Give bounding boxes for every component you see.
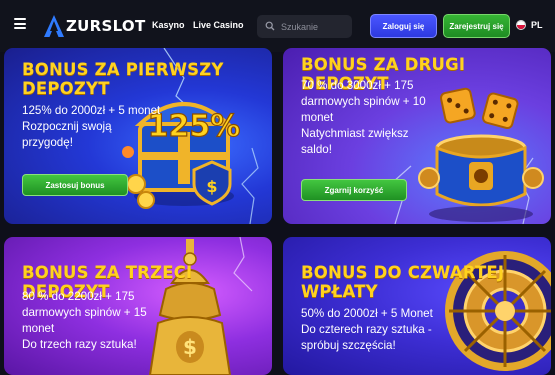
logo[interactable]: ZURSLOT [43,14,146,38]
golden-bell-icon: $ [148,239,232,375]
bonus-title: BONUS DO CZWARTEJ WPŁATY [301,263,504,301]
bonus-card-fourth-deposit[interactable]: BONUS DO CZWARTEJ WPŁATY 50% do 2000zł +… [283,237,551,375]
bonus-desc-line: 125% do 2000zł + 5 monet [22,104,161,117]
bonus-title-line: DEPOZYT [22,79,110,98]
bonus-card-second-deposit[interactable]: BONUS ZA DRUGI DEPOZYT 70 % do 3000zł + … [283,48,551,224]
bonus-desc-line: 50% do 2000zł + 5 Monet [301,307,433,320]
svg-text:$: $ [183,335,197,359]
bonus-desc-line: saldo! [301,143,332,156]
bonus-desc-line: Rozpocznij swoją [22,120,112,133]
bonus-desc-line: 80 % do 2200zł + 175 [22,290,135,303]
menu-icon[interactable] [14,18,26,29]
bonus-desc-line: przygodę! [22,136,73,149]
bonus-desc-line: Do czterech razy sztuka - [301,323,432,336]
language-selector[interactable]: PL [516,20,543,30]
search-icon [265,21,275,31]
bonus-title-line: WPŁATY [301,282,378,301]
bonus-description: 125% do 2000zł + 5 monet Rozpocznij swoj… [22,103,160,151]
logo-a-icon [44,15,64,37]
bonus-card-first-deposit[interactable]: $ 125% BONUS ZA PIERWSZY DEPOZYT 125% do… [4,48,272,224]
bonus-desc-line: spróbuj szczęścia! [301,339,396,352]
svg-text:125%: 125% [148,109,241,144]
bonus-title-line: BONUS DO CZWARTEJ [301,263,505,282]
logo-text: ZURSLOT [66,17,146,35]
bonus-card-third-deposit[interactable]: $ BONUS ZA TRZECI DEPOZYT 80 % do 2200zł… [4,237,272,375]
bonus-desc-line: 70 % do 3000zł + 175 [301,79,414,92]
svg-text:$: $ [206,177,217,196]
golden-wheel-icon [445,251,551,371]
language-label: PL [531,20,543,30]
login-button[interactable]: Zaloguj się [370,14,437,38]
bonus-desc-line: monet [301,111,334,124]
search-input[interactable] [281,21,341,32]
poland-flag-icon [516,20,526,30]
apply-bonus-button[interactable]: Zastosuj bonus [22,174,128,196]
bonus-description: 70 % do 3000zł + 175 darmowych spinów + … [301,78,426,158]
bonus-title-line: BONUS ZA PIERWSZY [22,60,224,79]
nav-kasyno[interactable]: Kasyno [152,20,185,30]
bonus-description: 50% do 2000zł + 5 Monet Do czterech razy… [301,306,433,354]
bonus-desc-line: monet [22,322,55,335]
bonus-desc-line: Do trzech razy sztuka! [22,338,137,351]
register-button[interactable]: Zarejestruj się [443,14,510,38]
top-header: ZURSLOT Kasyno Live Casino Zaloguj się Z… [0,0,555,52]
bonus-desc-line: darmowych spinów + 10 [301,95,426,108]
nav-live-casino[interactable]: Live Casino [193,20,244,30]
bonus-desc-line: darmowych spinów + 15 [22,306,147,319]
bonus-description: 80 % do 2200zł + 175 darmowych spinów + … [22,289,147,353]
search-box[interactable] [257,15,352,38]
bonus-title: BONUS ZA PIERWSZY DEPOZYT [22,60,224,98]
dice-pot-icon [418,87,544,222]
bonus-desc-line: Natychmiast zwiększ [301,127,409,140]
claim-benefit-button[interactable]: Zgarnij korzyść [301,179,407,201]
